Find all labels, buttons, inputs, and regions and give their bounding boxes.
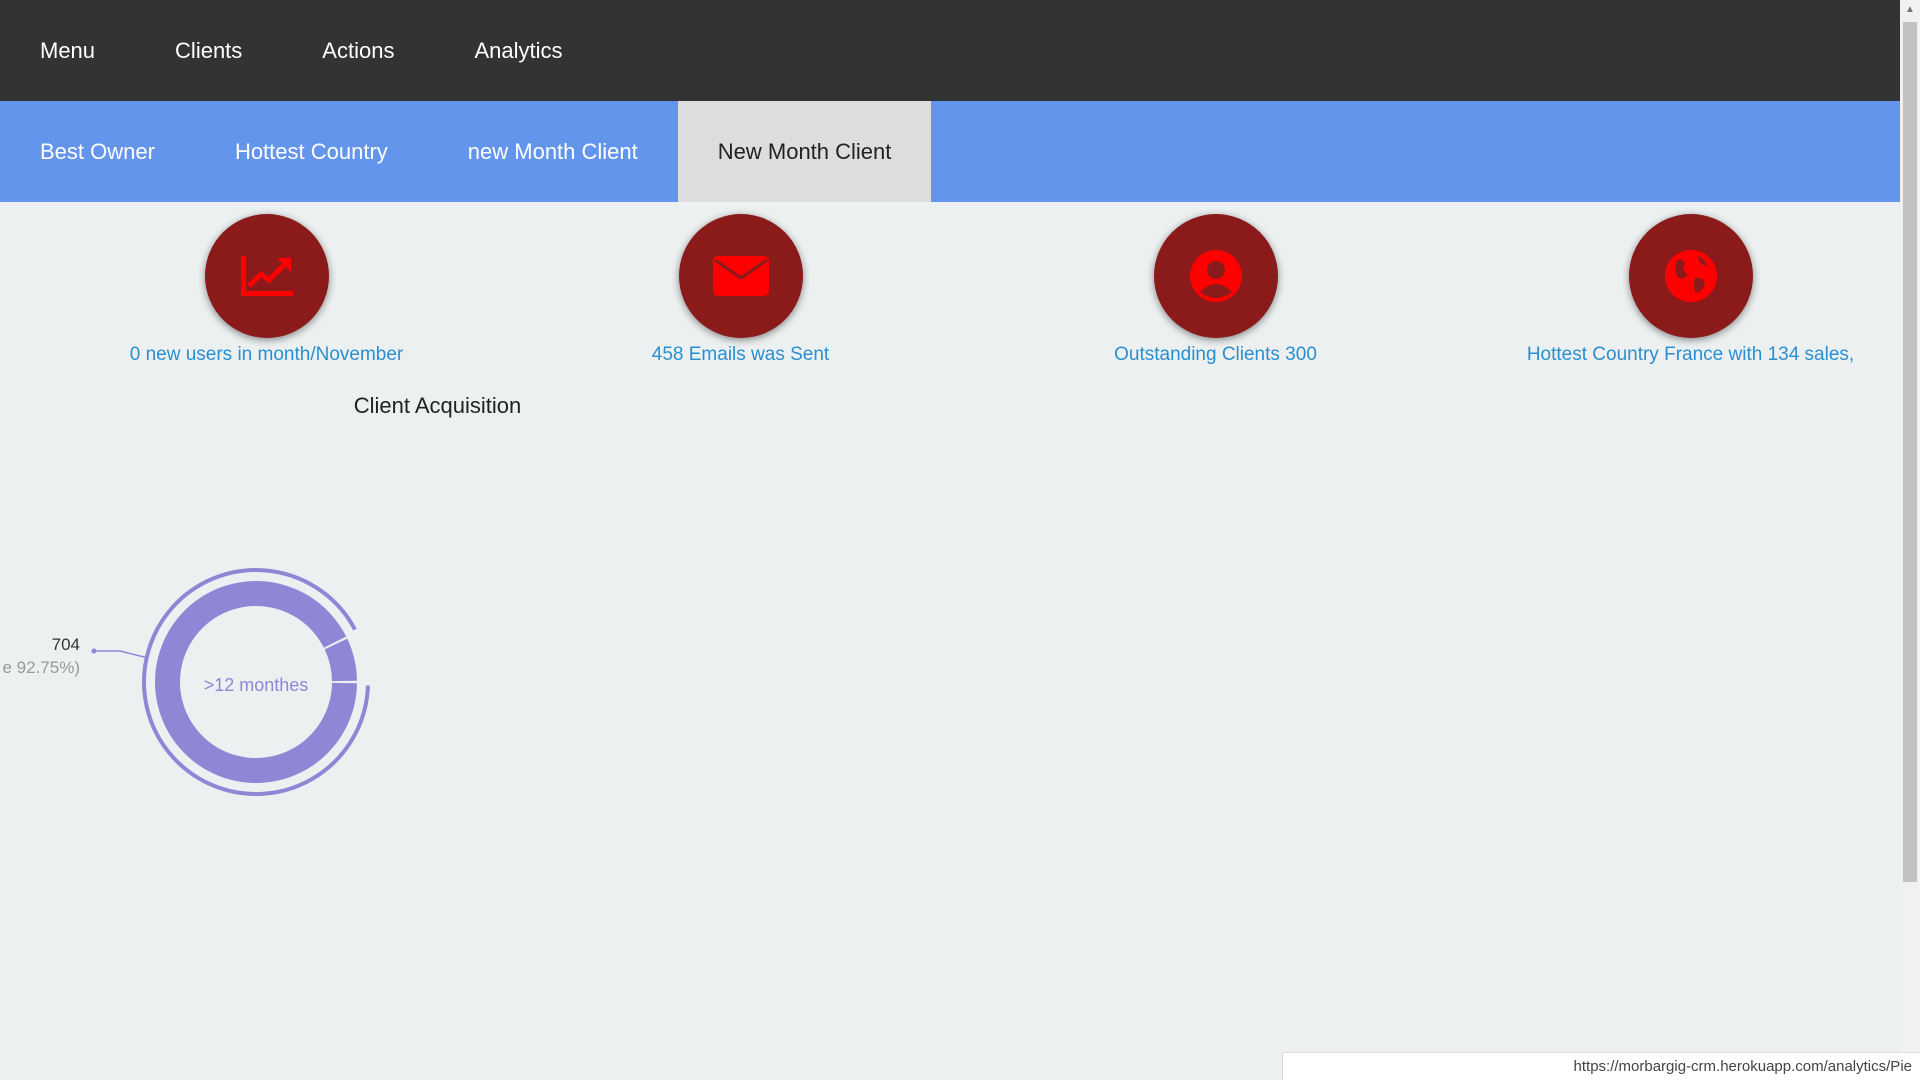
slice-label-value: 704 — [52, 635, 80, 654]
stats-row: 0 new users in month/November 458 Emails… — [0, 214, 1900, 374]
stat-circle — [678, 214, 803, 338]
donut-center-label: >12 monthes — [204, 675, 309, 695]
stat-hottest-country: Hottest Country France with 134 sales, — [1453, 214, 1920, 366]
tab-new-month-client[interactable]: New Month Client — [677, 101, 932, 202]
stat-circle — [1628, 214, 1753, 338]
stat-circle — [204, 214, 329, 338]
envelope-icon — [712, 256, 769, 296]
client-acquisition-donut-chart: 704 e 92.75%) >12 monthes — [3, 568, 370, 796]
stat-caption: Outstanding Clients 300 — [1114, 344, 1317, 365]
slice-label-percent: e 92.75%) — [3, 658, 81, 677]
globe-icon — [1664, 250, 1717, 302]
nav-actions[interactable]: Actions — [282, 0, 434, 101]
stat-circle — [1153, 214, 1278, 338]
stat-caption: 458 Emails was Sent — [651, 344, 830, 365]
slice-label-leader — [91, 648, 149, 659]
tab-new-month-client-lower[interactable]: new Month Client — [428, 101, 678, 202]
tab-best-owner[interactable]: Best Owner — [0, 101, 195, 202]
nav-clients[interactable]: Clients — [135, 0, 282, 101]
chart-title: Client Acquisition — [353, 393, 522, 418]
user-circle-icon — [1189, 250, 1242, 302]
scroll-up-icon[interactable]: ▲ — [1904, 4, 1916, 16]
top-navbar: Menu Clients Actions Analytics — [0, 0, 1900, 101]
analytics-subnav: Best Owner Hottest Country new Month Cli… — [0, 101, 1900, 202]
vertical-scrollbar[interactable]: ▲ ▼ — [1900, 0, 1920, 1080]
trending-up-icon — [240, 256, 293, 296]
stat-outstanding-clients: Outstanding Clients 300 — [978, 214, 1453, 366]
stat-caption: 0 new users in month/November — [129, 344, 404, 365]
donut-slice-1[interactable] — [324, 638, 357, 682]
nav-analytics[interactable]: Analytics — [434, 0, 602, 101]
stat-new-users: 0 new users in month/November — [29, 214, 504, 366]
tab-hottest-country[interactable]: Hottest Country — [195, 101, 428, 202]
stat-emails: 458 Emails was Sent — [503, 214, 978, 366]
nav-menu[interactable]: Menu — [0, 0, 135, 101]
status-bar-url: https://morbargig-crm.herokuapp.com/anal… — [1282, 1052, 1920, 1080]
scrollbar-thumb[interactable] — [1903, 22, 1917, 882]
stat-caption: Hottest Country France with 134 sales, — [1526, 344, 1855, 365]
